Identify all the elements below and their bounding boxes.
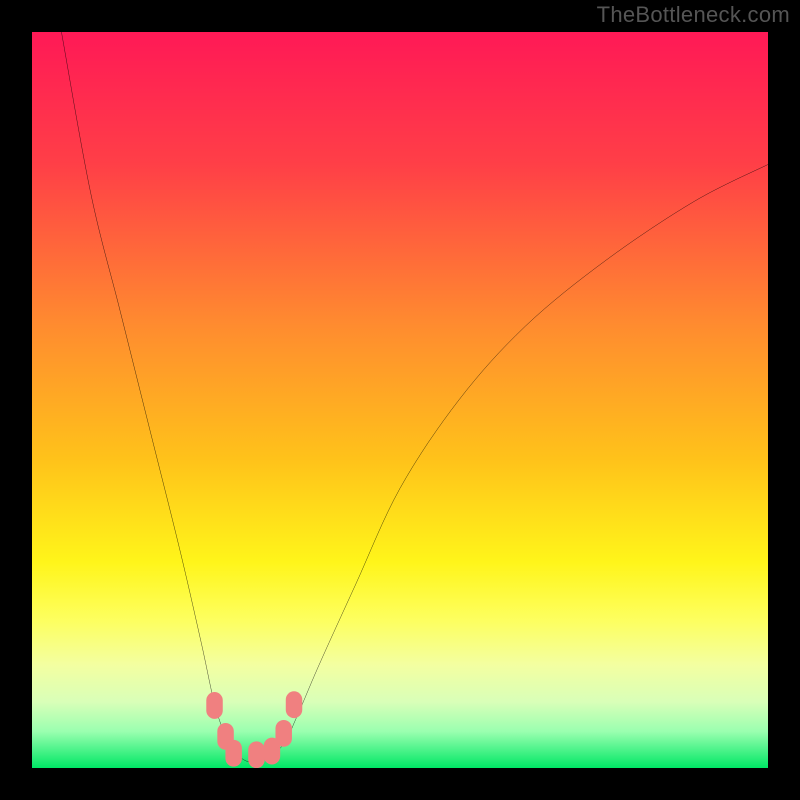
curve-marker [225,740,241,767]
curve-marker [275,720,291,747]
curve-marker [286,691,302,718]
curve-marker [248,741,264,768]
plot-area [32,32,768,768]
bottleneck-curve [32,32,768,768]
curve-marker [206,692,222,719]
curve-line [61,32,768,762]
watermark-text: TheBottleneck.com [597,2,790,28]
curve-markers [206,691,302,768]
chart-outer-frame: TheBottleneck.com [0,0,800,800]
